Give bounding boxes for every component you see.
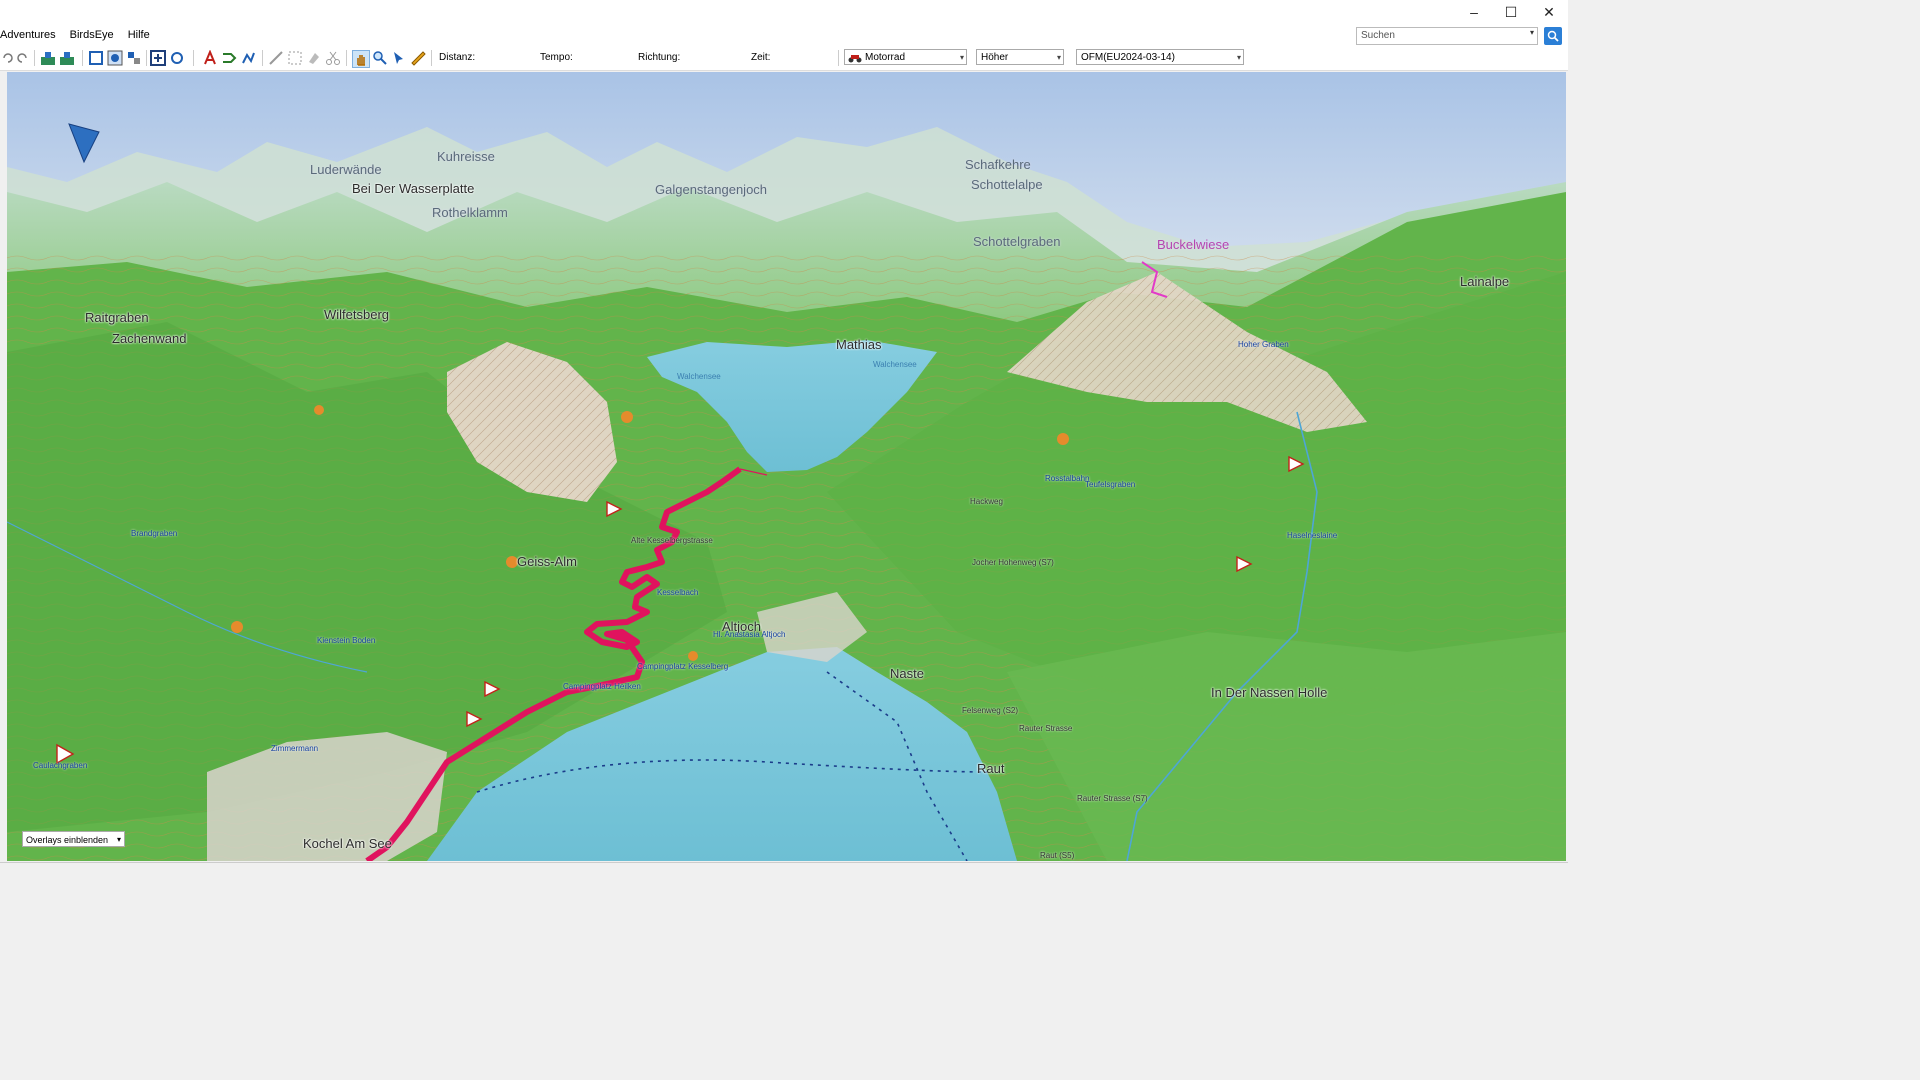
- minimize-button[interactable]: –: [1455, 0, 1493, 24]
- select-area-icon[interactable]: [287, 50, 303, 66]
- menu-birdseye[interactable]: BirdsEye: [63, 29, 121, 41]
- map-label: Buckelwiese: [1157, 237, 1230, 252]
- distance-label: Distanz:: [439, 52, 476, 63]
- ruler-icon[interactable]: [410, 50, 426, 66]
- map-label: Schottelgraben: [973, 234, 1061, 249]
- map-label: Kuhreisse: [437, 149, 495, 164]
- map-label: Rauter Strasse: [1019, 724, 1073, 733]
- terrain-svg: [7, 72, 1566, 861]
- scissors-icon[interactable]: [325, 50, 341, 66]
- send-to-device-icon[interactable]: [59, 50, 75, 66]
- redo-icon[interactable]: [14, 50, 30, 66]
- map-label: Rothelklamm: [432, 205, 508, 220]
- menu-adventures[interactable]: Adventures: [0, 29, 63, 41]
- map-label: Felsenweg (S2): [962, 706, 1019, 715]
- track-tool-icon[interactable]: [240, 50, 256, 66]
- search-button[interactable]: [1544, 27, 1562, 45]
- map-label: Campingplatz Heilken: [563, 682, 641, 691]
- map-label: Hackweg: [970, 497, 1003, 506]
- time-label: Zeit:: [751, 52, 771, 63]
- route-tool-icon[interactable]: [221, 50, 237, 66]
- search-dropdown-icon[interactable]: ▾: [1526, 28, 1538, 44]
- motorcycle-icon: [848, 55, 862, 63]
- map-label: Schafkehre: [965, 157, 1031, 172]
- chevron-down-icon: ▾: [1056, 53, 1061, 62]
- measure-icon[interactable]: [268, 50, 284, 66]
- 3d-map-view[interactable]: Luderwände Kuhreisse Bei Der Wasserplatt…: [7, 72, 1566, 861]
- chevron-down-icon: ▾: [1236, 53, 1241, 62]
- map-label: Alte Kesselbergstrasse: [631, 536, 713, 545]
- receive-from-device-icon[interactable]: [40, 50, 56, 66]
- menu-bar: Adventures BirdsEye Hilfe: [0, 24, 1568, 46]
- map-label: Raut: [977, 761, 1005, 776]
- map-product-select[interactable]: OFM(EU2024-03-14) ▾: [1076, 49, 1244, 65]
- map-label: Naste: [890, 666, 924, 681]
- map-label: Schottelalpe: [971, 177, 1043, 192]
- map-label: Luderwände: [310, 162, 382, 177]
- status-bar: [0, 862, 1568, 883]
- zoom-extent-icon[interactable]: [150, 50, 166, 66]
- map-label: In Der Nassen Holle: [1211, 685, 1328, 700]
- search-icon: [1547, 30, 1559, 42]
- text-tool-icon[interactable]: [202, 50, 218, 66]
- left-panel-collapsed[interactable]: [0, 72, 7, 861]
- sync-icon[interactable]: [169, 50, 185, 66]
- toolbar: Distanz: Tempo: Richtung: Zeit:: [0, 46, 1568, 71]
- map-label: Kesselbach: [657, 588, 699, 597]
- search-input[interactable]: Suchen: [1356, 27, 1538, 45]
- map-label: Walchensee: [677, 372, 721, 381]
- map-label: Campingplatz Kesselberg: [637, 662, 729, 671]
- map-label: Galgenstangenjoch: [655, 182, 768, 197]
- chevron-down-icon: ▾: [116, 835, 121, 844]
- title-bar: – ☐ ✕: [0, 0, 1568, 24]
- map-label: Rauter Strasse (S7): [1077, 794, 1148, 803]
- map-label: Caulachgraben: [33, 761, 88, 770]
- maximize-button[interactable]: ☐: [1492, 0, 1530, 24]
- layers-icon[interactable]: [126, 50, 142, 66]
- map-label: Walchensee: [873, 360, 917, 369]
- map-label: Bei Der Wasserplatte: [352, 181, 475, 196]
- eraser-icon[interactable]: [306, 50, 322, 66]
- close-button[interactable]: ✕: [1530, 0, 1568, 24]
- overlays-select[interactable]: Overlays einblenden ▾: [22, 831, 125, 847]
- map-label: Kienstein Boden: [317, 636, 376, 645]
- 3d-view-icon[interactable]: [107, 50, 123, 66]
- zoom-icon[interactable]: [372, 50, 388, 66]
- map-label: Zimmermann: [271, 744, 319, 753]
- chevron-down-icon: ▾: [959, 53, 964, 62]
- profile-select[interactable]: Motorrad ▾: [844, 49, 967, 65]
- hand-pan-icon[interactable]: [352, 50, 370, 68]
- map-label: Kochel Am See: [303, 836, 392, 851]
- map-label: Brandgraben: [131, 529, 178, 538]
- map-label: Wilfetsberg: [324, 307, 390, 322]
- map-label: Raitgraben: [85, 310, 149, 325]
- select-pointer-icon[interactable]: [391, 50, 407, 66]
- map-label: Teufelsgraben: [1085, 480, 1136, 489]
- menu-hilfe[interactable]: Hilfe: [121, 29, 157, 41]
- detail-select[interactable]: Höher ▾: [976, 49, 1064, 65]
- map-label: Jocher Hohenweg (S7): [972, 558, 1054, 567]
- map-label: Rosstalbahn: [1045, 474, 1090, 483]
- map-label: Zachenwand: [112, 331, 187, 346]
- direction-label: Richtung:: [638, 52, 681, 63]
- map-label: Mathias: [836, 337, 882, 352]
- map-label: Geiss-Alm: [517, 554, 577, 569]
- map-label: Hl. Anastasia Altjoch: [713, 630, 786, 639]
- map-view-icon[interactable]: [88, 50, 104, 66]
- map-label: Haselneslaine: [1287, 531, 1338, 540]
- map-label: Raut (S5): [1040, 851, 1075, 860]
- map-label: Hoher Graben: [1238, 340, 1289, 349]
- map-label: Lainalpe: [1460, 274, 1510, 289]
- speed-label: Tempo:: [540, 52, 573, 63]
